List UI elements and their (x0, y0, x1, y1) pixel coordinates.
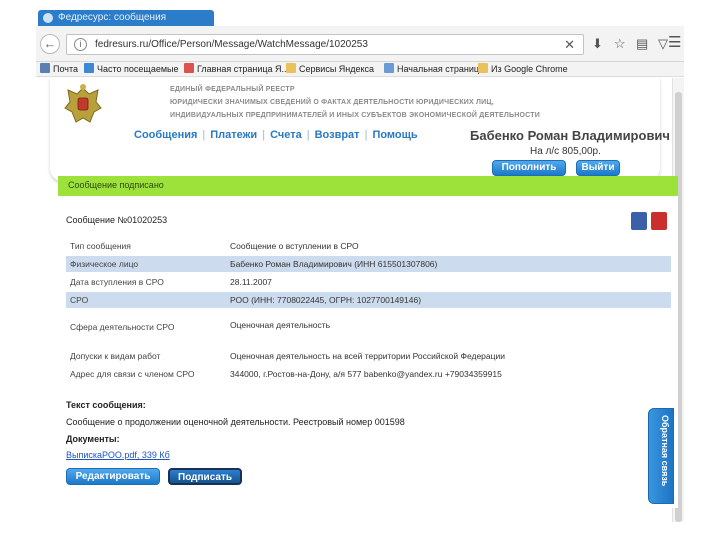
menu-separator: | (262, 129, 266, 141)
frequent-icon (84, 63, 94, 73)
account-balance: На л/с 805,00р. (530, 146, 601, 157)
registry-title-line: ЮРИДИЧЕСКИ ЗНАЧИМЫХ СВЕДЕНИЙ О ФАКТАХ ДЕ… (170, 99, 494, 106)
star-bookmark-icon[interactable]: ☆ (614, 36, 626, 52)
menu-separator: | (306, 129, 310, 141)
feedback-tab-label: Обратная связь (660, 415, 670, 487)
browser-tab[interactable]: Федресурс: сообщения (38, 10, 214, 26)
registry-title-line: ЕДИНЫЙ ФЕДЕРАЛЬНЫЙ РЕЕСТР (170, 86, 295, 93)
info-row: Тип сообщения Сообщение о вступлении в С… (66, 238, 671, 254)
library-icon[interactable]: ▤ (636, 36, 648, 52)
row-label: Адрес для связи с членом СРО (70, 369, 195, 379)
info-row: Сфера деятельности СРО Оценочная деятель… (66, 312, 671, 344)
user-name: Бабенко Роман Владимирович (470, 128, 670, 143)
row-label: Физическое лицо (70, 259, 139, 269)
bookmark-label: Из Google Chrome (491, 64, 568, 74)
menu-separator: | (364, 129, 368, 141)
mail-icon (40, 63, 50, 73)
coat-of-arms-icon (64, 84, 102, 123)
menu-hamburger-icon[interactable]: ☰ (668, 35, 681, 51)
info-row: Физическое лицо Бабенко Роман Владимиров… (66, 256, 671, 272)
bookmark-label: Сервисы Яндекса (299, 64, 375, 74)
topup-button[interactable]: Пополнить (492, 160, 566, 176)
folder-icon (286, 63, 296, 73)
bookmark-item[interactable]: Из Google Chrome (478, 63, 568, 74)
info-row: Дата вступления в СРО 28.11.2007 (66, 274, 671, 290)
row-value: Оценочная деятельность на всей территори… (230, 351, 505, 361)
message-text-label: Текст сообщения: (66, 400, 146, 410)
info-row: Допуски к видам работ Оценочная деятельн… (66, 348, 671, 364)
attachment-link[interactable]: ВыпискаРОО.pdf, 339 Кб (66, 450, 170, 460)
clear-url-icon[interactable]: ✕ (564, 37, 575, 53)
message-text-body: Сообщение о продолжении оценочной деятел… (66, 417, 405, 427)
download-icon[interactable]: ⬇ (592, 36, 603, 52)
menu-item-payments[interactable]: Платежи (210, 129, 257, 141)
url-text[interactable]: fedresurs.ru/Office/Person/Message/Watch… (95, 39, 368, 50)
bookmark-label: Часто посещаемые (97, 64, 179, 74)
tab-title: Федресурс: сообщения (58, 12, 167, 23)
back-button[interactable]: ← (40, 34, 60, 54)
logout-button[interactable]: Выйти (576, 160, 620, 176)
info-row: Адрес для связи с членом СРО 344000, г.Р… (66, 366, 671, 382)
bookmarks-bar: Почта Часто посещаемые Главная страница … (36, 62, 684, 77)
bookmark-label: Главная страница Я... (197, 64, 290, 74)
documents-label: Документы: (66, 434, 120, 444)
pocket-icon[interactable]: ▽ (658, 36, 668, 52)
row-value: Бабенко Роман Владимирович (ИНН 61550130… (230, 259, 438, 269)
sign-button[interactable]: Подписать (168, 468, 242, 485)
info-row: СРО РОО (ИНН: 7708022445, ОГРН: 10277001… (66, 292, 671, 308)
menu-separator: | (202, 129, 206, 141)
row-label: Дата вступления в СРО (70, 277, 164, 287)
message-number: Сообщение №01020253 (66, 215, 168, 225)
bookmark-item[interactable]: Часто посещаемые (84, 63, 179, 74)
pdf-document-icon[interactable] (651, 212, 667, 230)
bookmark-item[interactable]: Главная страница Я... (184, 63, 289, 74)
page-icon (184, 63, 194, 73)
feedback-tab[interactable]: Обратная связь (648, 408, 674, 504)
row-label: Сфера деятельности СРО (70, 322, 175, 332)
bookmark-label: Начальная страница (397, 64, 485, 74)
bookmark-item[interactable]: Почта (40, 63, 78, 74)
navigation-toolbar: ← i fedresurs.ru/Office/Person/Message/W… (36, 26, 684, 62)
row-value: 28.11.2007 (230, 277, 272, 287)
menu-item-accounts[interactable]: Счета (270, 129, 302, 141)
row-label: Допуски к видам работ (70, 351, 161, 361)
registry-title-line: ИНДИВИДУАЛЬНЫХ ПРЕДПРИНИМАТЕЛЕЙ И ИНЫХ С… (170, 112, 540, 119)
row-value: 344000, г.Ростов-на-Дону, а/я 577 babenk… (230, 369, 502, 379)
row-label: Тип сообщения (70, 241, 131, 251)
main-menu: Сообщения | Платежи | Счета | Возврат | Помощь (134, 129, 418, 141)
row-label: СРО (70, 295, 89, 305)
row-value: РОО (ИНН: 7708022445, ОГРН: 102770014914… (230, 295, 422, 305)
folder-icon (478, 63, 488, 73)
row-value: Оценочная деятельность (230, 320, 331, 330)
site-favicon-icon (43, 13, 53, 23)
edit-button[interactable]: Редактировать (66, 468, 160, 485)
menu-item-help[interactable]: Помощь (372, 129, 417, 141)
site-info-icon[interactable]: i (74, 38, 87, 51)
address-bar[interactable]: i fedresurs.ru/Office/Person/Message/Wat… (66, 34, 584, 55)
menu-item-refund[interactable]: Возврат (315, 129, 360, 141)
word-document-icon[interactable] (631, 212, 647, 230)
tab-strip: Федресурс: сообщения (0, 0, 720, 26)
signed-status-text: Сообщение подписано (68, 180, 164, 190)
bookmark-label: Почта (53, 64, 78, 74)
menu-item-messages[interactable]: Сообщения (134, 129, 197, 141)
signed-status-bar: Сообщение подписано (58, 176, 678, 196)
bookmark-item[interactable]: Сервисы Яндекса (286, 63, 374, 74)
page-icon (384, 63, 394, 73)
bookmark-item[interactable]: Начальная страница (384, 63, 484, 74)
row-value: Сообщение о вступлении в СРО (230, 241, 359, 251)
